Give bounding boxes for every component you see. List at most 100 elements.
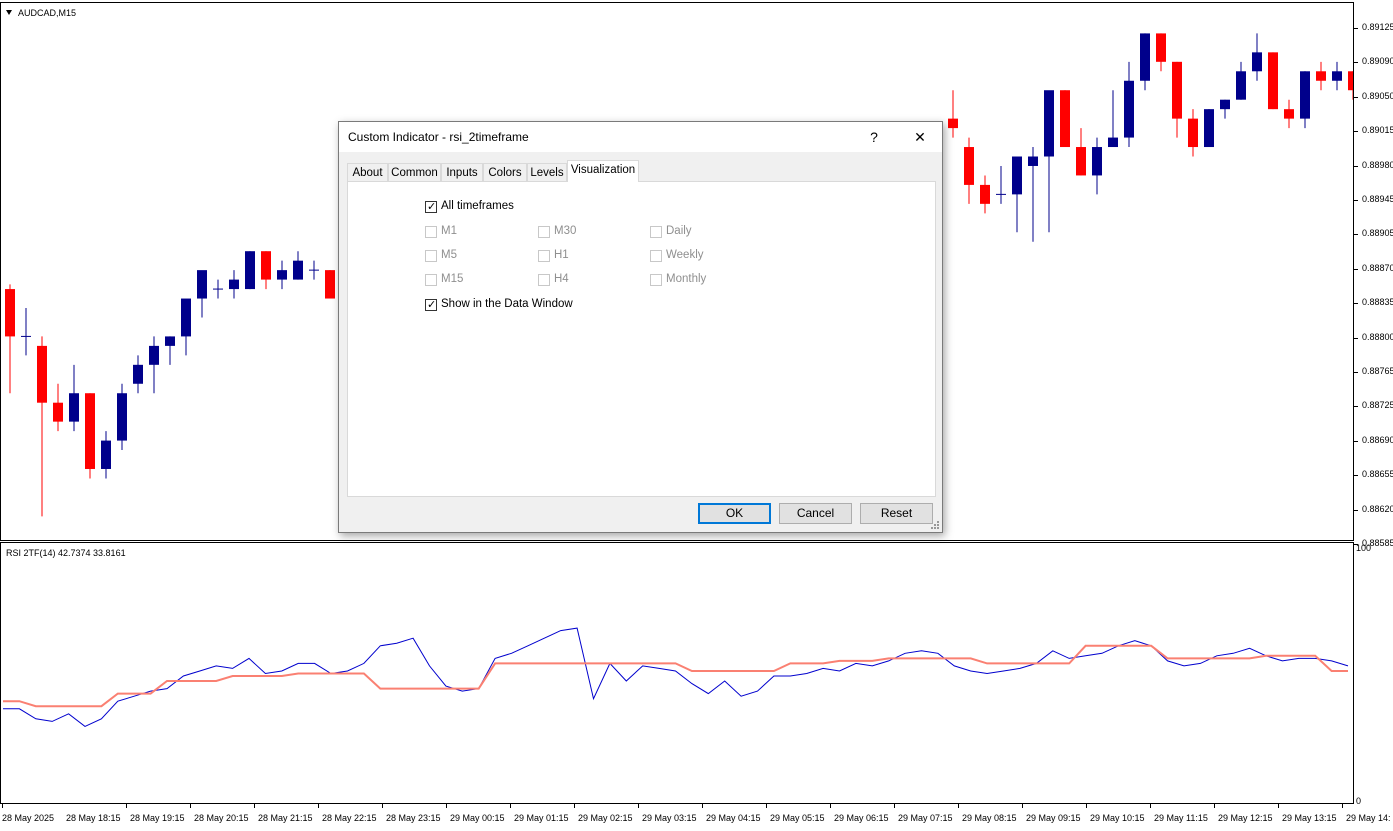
- time-tick: [766, 804, 767, 808]
- price-tick-label: 0.88870: [1362, 262, 1393, 273]
- time-tick: [830, 804, 831, 808]
- candle: [1108, 90, 1118, 148]
- tab-levels[interactable]: Levels: [527, 163, 567, 181]
- close-button[interactable]: ✕: [897, 122, 943, 152]
- all-timeframes-checkbox[interactable]: ✓: [425, 201, 437, 213]
- candle: [1044, 90, 1054, 233]
- time-tick-label: 29 May 01:15: [514, 813, 569, 823]
- timeframe-checkbox-m1[interactable]: [425, 226, 437, 238]
- time-tick: [318, 804, 319, 808]
- symbol-label: AUDCAD,M15: [6, 8, 76, 18]
- time-tick-label: 29 May 02:15: [578, 813, 633, 823]
- candle: [309, 260, 319, 280]
- time-tick: [1278, 804, 1279, 808]
- tab-common[interactable]: Common: [388, 163, 441, 181]
- candle: [21, 308, 31, 356]
- price-tick: [1354, 62, 1358, 64]
- dropdown-triangle-icon[interactable]: [6, 10, 12, 15]
- tab-about[interactable]: About: [347, 163, 388, 181]
- timeframe-checkbox-h1[interactable]: [538, 250, 550, 262]
- timeframe-checkbox-m5[interactable]: [425, 250, 437, 262]
- candle: [1204, 109, 1214, 148]
- checkmark-icon: ✓: [427, 299, 437, 311]
- price-tick: [1354, 337, 1358, 339]
- timeframe-checkbox-m30[interactable]: [538, 226, 550, 238]
- rsi-chart: [3, 627, 1349, 727]
- price-tick: [1354, 303, 1358, 305]
- price-tick-label: 0.88945: [1362, 194, 1393, 204]
- time-tick: [510, 804, 511, 808]
- candle: [1092, 137, 1102, 195]
- price-tick: [1354, 509, 1358, 511]
- time-tick: [190, 804, 191, 808]
- price-tick: [1354, 406, 1358, 408]
- candle: [1028, 147, 1038, 242]
- rsi-slow-line: [3, 644, 1348, 708]
- candle: [1348, 71, 1353, 100]
- dialog-titlebar[interactable]: Custom Indicator - rsi_2timeframe ? ✕: [339, 122, 942, 152]
- price-tick: [1354, 234, 1358, 236]
- price-tick-label: 0.89050: [1362, 90, 1393, 101]
- tab-colors[interactable]: Colors: [483, 163, 527, 181]
- show-data-window-checkbox[interactable]: ✓: [425, 299, 437, 311]
- show-data-window-label: Show in the Data Window: [441, 298, 573, 310]
- price-tick: [1354, 165, 1358, 167]
- indicator-pane[interactable]: RSI 2TF(14) 42.7374 33.8161: [0, 542, 1354, 804]
- candle: [69, 364, 79, 432]
- time-tick-label: 29 May 08:15: [962, 813, 1017, 823]
- time-tick-label: 28 May 2025: [2, 813, 55, 823]
- candle: [181, 298, 191, 356]
- help-button[interactable]: ?: [851, 122, 897, 152]
- candle: [1236, 61, 1246, 100]
- candle: [149, 336, 159, 394]
- resize-grip-icon[interactable]: [930, 520, 940, 530]
- candle: [1252, 33, 1262, 81]
- ok-button[interactable]: OK: [698, 503, 771, 524]
- rsi-fast-line: [3, 627, 1349, 727]
- candle: [1124, 61, 1134, 148]
- reset-button[interactable]: Reset: [860, 503, 933, 524]
- tab-inputs[interactable]: Inputs: [441, 163, 483, 181]
- price-tick: [1354, 475, 1358, 477]
- checkmark-icon: ✓: [427, 201, 437, 213]
- visualization-panel: ✓ All timeframes M1 M30 Daily M5 H1 Week…: [347, 181, 936, 497]
- timeframe-label-m1: M1: [441, 225, 457, 237]
- candle: [53, 383, 63, 432]
- time-tick-label: 29 May 00:15: [450, 813, 505, 823]
- candle: [277, 260, 287, 290]
- candle: [996, 165, 1006, 204]
- time-tick-label: 29 May 07:15: [898, 813, 953, 823]
- all-timeframes-label: All timeframes: [441, 200, 514, 212]
- timeframe-checkbox-m15[interactable]: [425, 274, 437, 286]
- time-tick: [574, 804, 575, 808]
- time-tick-label: 28 May 18:15: [66, 813, 121, 823]
- time-tick: [702, 804, 703, 808]
- timeframe-checkbox-h4[interactable]: [538, 274, 550, 286]
- candle: [293, 251, 303, 280]
- tab-visualization[interactable]: Visualization: [567, 160, 639, 182]
- candle: [197, 270, 207, 318]
- timeframe-checkbox-monthly[interactable]: [650, 274, 662, 286]
- timeframe-checkbox-weekly[interactable]: [650, 250, 662, 262]
- time-tick: [1342, 804, 1343, 808]
- candle: [1300, 71, 1310, 129]
- timeframe-checkbox-daily[interactable]: [650, 226, 662, 238]
- price-tick-label: 0.88690: [1362, 434, 1393, 445]
- cancel-button[interactable]: Cancel: [779, 503, 852, 524]
- candle: [1060, 90, 1070, 148]
- price-tick-label: 0.89090: [1362, 56, 1393, 67]
- time-tick-label: 29 May 14:: [1346, 813, 1391, 823]
- candle: [1316, 61, 1326, 91]
- timeframe-label-m15: M15: [441, 273, 464, 285]
- time-tick: [382, 804, 383, 808]
- timeframe-label-weekly: Weekly: [666, 249, 704, 261]
- price-tick-label: 0.88905: [1362, 228, 1393, 239]
- indicator-label: RSI 2TF(14) 42.7374 33.8161: [6, 548, 126, 558]
- time-tick-label: 28 May 23:15: [386, 813, 441, 823]
- time-tick-label: 29 May 10:15: [1090, 813, 1145, 823]
- time-tick: [2, 804, 3, 808]
- price-tick: [1354, 372, 1358, 373]
- time-tick: [446, 804, 447, 808]
- time-tick: [1086, 804, 1087, 808]
- candle: [165, 336, 175, 365]
